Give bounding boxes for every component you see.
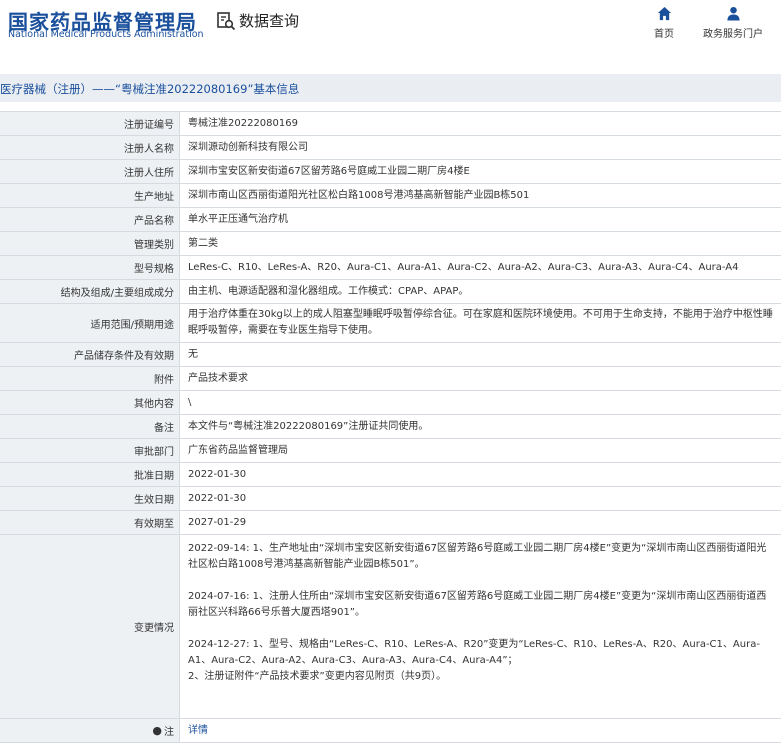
- field-label: 审批部门: [0, 439, 180, 462]
- field-value: 2022-01-30: [188, 492, 247, 504]
- field-label: 附件: [0, 367, 180, 390]
- field-label: 适用范围/预期用途: [0, 304, 180, 342]
- detail-row: 有效期至 2027-01-29: [0, 511, 781, 535]
- note-label: 注: [164, 727, 174, 738]
- details-link[interactable]: 详情: [188, 723, 208, 739]
- field-value: LeRes-C、R10、LeRes-A、R20、Aura-C1、Aura-A1、…: [188, 261, 739, 273]
- detail-row: 生产地址 深圳市南山区西丽街道阳光社区松白路1008号港鸿基高新智能产业园B栋50…: [0, 184, 781, 208]
- field-value: 深圳市南山区西丽街道阳光社区松白路1008号港鸿基高新智能产业园B栋501: [188, 189, 530, 201]
- field-label: 其他内容: [0, 391, 180, 414]
- detail-row: 产品名称 单水平正压通气治疗机: [0, 208, 781, 232]
- change-history: 2022-09-14: 1、生产地址由“深圳市宝安区新安街道67区留芳路6号庭威…: [180, 535, 781, 718]
- field-label: 产品储存条件及有效期: [0, 343, 180, 366]
- note-icon: ●: [152, 724, 162, 737]
- field-label: 有效期至: [0, 511, 180, 534]
- detail-row: 型号规格 LeRes-C、R10、LeRes-A、R20、Aura-C1、Aura…: [0, 256, 781, 280]
- data-query-title: 数据查询: [216, 10, 299, 31]
- change-history-row: 变更情况 2022-09-14: 1、生产地址由“深圳市宝安区新安街道67区留芳路…: [0, 535, 781, 719]
- detail-row: 管理类别 第二类: [0, 232, 781, 256]
- detail-row: 注册证编号 粤械注准20222080169: [0, 112, 781, 136]
- field-value: 粤械注准20222080169: [188, 117, 298, 129]
- detail-row: 附件 产品技术要求: [0, 367, 781, 391]
- note-value: 详情: [180, 719, 781, 742]
- field-value: 无: [188, 348, 198, 360]
- field-label: 结构及组成/主要组成成分: [0, 280, 180, 303]
- site-header: 国家药品监督管理局 National Medical Products Admi…: [0, 0, 781, 62]
- field-label: 变更情况: [0, 535, 180, 718]
- change-entry: 2、注册证附件“产品技术要求”变更内容见附页（共9页）。: [188, 671, 447, 682]
- field-value: 产品技术要求: [188, 372, 248, 384]
- breadcrumb-bar: 医疗器械（注册）——“粤械注准20222080169”基本信息: [0, 74, 781, 102]
- detail-row: 注册人名称 深圳源动创新科技有限公司: [0, 136, 781, 160]
- breadcrumb: 医疗器械（注册）——“粤械注准20222080169”基本信息: [0, 82, 300, 96]
- change-entry: 2024-07-16: 1、注册人住所由“深圳市宝安区新安街道67区留芳路6号庭…: [188, 591, 767, 618]
- nav-home[interactable]: 首页: [634, 6, 694, 40]
- document-search-icon: [217, 11, 236, 30]
- detail-row: 产品储存条件及有效期无: [0, 343, 781, 367]
- user-icon: [726, 6, 740, 21]
- detail-row: 备注 本文件与“粤械注准20222080169”注册证共同使用。: [0, 415, 781, 439]
- field-value: 由主机、电源适配器和湿化器组成。工作模式：CPAP、APAP。: [188, 285, 469, 297]
- detail-row: 批准日期 2022-01-30: [0, 463, 781, 487]
- field-value: 深圳市宝安区新安街道67区留芳路6号庭威工业园二期厂房4楼E: [188, 165, 470, 177]
- field-label: 备注: [0, 415, 180, 438]
- nav-service-portal[interactable]: 政务服务门户: [703, 6, 763, 40]
- field-value: 深圳源动创新科技有限公司: [188, 141, 308, 153]
- field-label: 生产地址: [0, 184, 180, 207]
- change-entry: 2022-09-14: 1、生产地址由“深圳市宝安区新安街道67区留芳路6号庭威…: [188, 543, 767, 570]
- nav-portal-label: 政务服务门户: [703, 29, 763, 40]
- field-value: 用于治疗体重在30kg以上的成人阻塞型睡眠呼吸暂停综合征。可在家庭和医院环境使用…: [188, 309, 773, 336]
- field-value: 第二类: [188, 237, 218, 249]
- field-label: 生效日期: [0, 487, 180, 510]
- field-label: 注册人名称: [0, 136, 180, 159]
- field-label: 注册证编号: [0, 112, 180, 135]
- note-row: ● 注详情: [0, 719, 781, 743]
- field-value: \: [188, 396, 192, 408]
- change-entry: 2024-12-27: 1、型号、规格由“LeRes-C、R10、LeRes-A…: [188, 639, 760, 666]
- detail-row: 审批部门 广东省药品监督管理局: [0, 439, 781, 463]
- logo-subtitle: National Medical Products Administration: [8, 29, 204, 40]
- field-value: 本文件与“粤械注准20222080169”注册证共同使用。: [188, 420, 429, 432]
- detail-row: 注册人住所 深圳市宝安区新安街道67区留芳路6号庭威工业园二期厂房4楼E: [0, 160, 781, 184]
- detail-table: 注册证编号 粤械注准20222080169 注册人名称 深圳源动创新科技有限公司 注册人…: [0, 111, 781, 743]
- note-label-cell: ● 注: [0, 719, 180, 742]
- nav-home-label: 首页: [654, 29, 674, 40]
- field-value: 广东省药品监督管理局: [188, 444, 288, 456]
- home-icon: [657, 6, 671, 21]
- field-label: 管理类别: [0, 232, 180, 255]
- field-label: 型号规格: [0, 256, 180, 279]
- detail-row: 结构及组成/主要组成成分 由主机、电源适配器和湿化器组成。工作模式：CPAP、AP…: [0, 280, 781, 304]
- field-value: 2022-01-30: [188, 468, 247, 480]
- detail-row: 其他内容 \: [0, 391, 781, 415]
- query-label: 数据查询: [239, 12, 300, 30]
- field-label: 产品名称: [0, 208, 180, 231]
- field-label: 批准日期: [0, 463, 180, 486]
- field-value: 2027-01-29: [188, 516, 247, 528]
- field-value: 单水平正压通气治疗机: [188, 213, 288, 225]
- detail-row: 适用范围/预期用途 用于治疗体重在30kg以上的成人阻塞型睡眠呼吸暂停综合征。可在…: [0, 304, 781, 343]
- field-label: 注册人住所: [0, 160, 180, 183]
- detail-row: 生效日期 2022-01-30: [0, 487, 781, 511]
